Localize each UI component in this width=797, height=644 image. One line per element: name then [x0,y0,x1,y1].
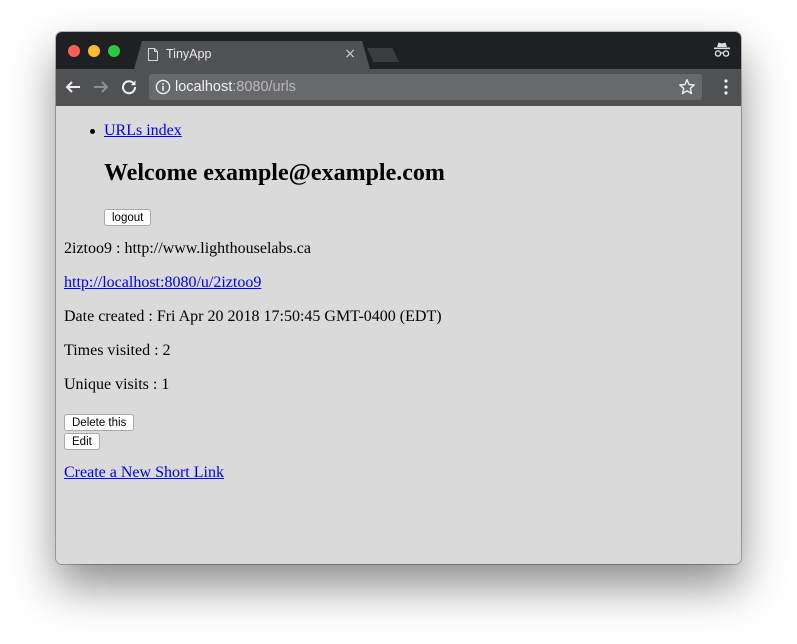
address-bar[interactable]: localhost:8080/urls [149,74,702,100]
info-icon[interactable] [155,79,171,95]
arrow-left-icon[interactable] [64,78,82,96]
unique-visits: Unique visits : 1 [64,376,170,393]
times-visited: Times visited : 2 [64,342,171,359]
logout-button[interactable]: logout [104,209,152,226]
incognito-icon [713,41,731,59]
url-host: localhost [175,79,233,95]
url-text[interactable]: localhost:8080/urls [175,78,296,96]
title-bar: TinyApp × [56,32,741,69]
nav-list: URLs index [90,122,182,140]
minimize-window-button[interactable] [88,45,100,57]
url-path: :8080/urls [232,79,296,95]
nav-list-item: URLs index [90,122,182,140]
create-new-short-link[interactable]: Create a New Short Link [64,464,224,482]
welcome-heading: Welcome example@example.com [104,160,445,186]
page-icon [148,48,158,61]
tab-close-icon[interactable]: × [344,45,356,63]
page-content: URLs index Welcome example@example.com l… [56,106,741,564]
short-url-mapping: 2iztoo9 : http://www.lighthouselabs.ca [64,240,311,257]
maximize-window-button[interactable] [108,45,120,57]
browser-window: TinyApp × localhost:8080/urls URLs index… [56,32,741,564]
date-created: Date created : Fri Apr 20 2018 17:50:45 … [64,308,442,325]
short-link[interactable]: http://localhost:8080/u/2iztoo9 [64,274,261,292]
new-tab-button[interactable] [367,48,399,62]
urls-index-link[interactable]: URLs index [104,122,182,139]
star-icon[interactable] [678,78,696,96]
kebab-menu-icon[interactable] [723,79,729,95]
close-window-button[interactable] [68,45,80,57]
edit-button[interactable]: Edit [64,433,100,450]
browser-toolbar: localhost:8080/urls [56,69,741,106]
reload-icon[interactable] [120,78,138,96]
delete-button[interactable]: Delete this [64,414,135,431]
bullet [90,129,95,134]
tab-tinyapp[interactable]: TinyApp × [134,41,370,69]
tab-title: TinyApp [166,47,212,61]
arrow-right-icon[interactable] [92,78,110,96]
